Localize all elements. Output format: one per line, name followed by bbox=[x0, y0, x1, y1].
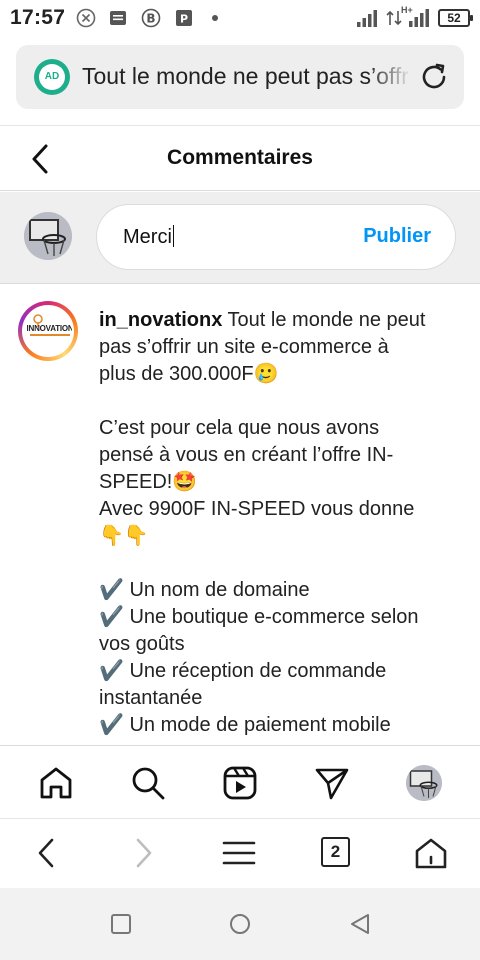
post-caption: INNOVATION in_novationx Tout le monde ne… bbox=[0, 285, 480, 745]
system-back-icon[interactable] bbox=[349, 913, 371, 935]
caption-line: ✔️ Une réception de commande bbox=[99, 660, 387, 682]
browser-toolbar bbox=[0, 820, 480, 888]
search-icon[interactable] bbox=[130, 765, 166, 801]
caption-line: ✔️ Un nom de domaine bbox=[99, 579, 310, 601]
comment-input[interactable]: Merci Publier bbox=[96, 204, 456, 270]
browser-address-area: AD Tout le monde ne peut pas s’offrir un… bbox=[0, 36, 480, 126]
battery-level: 52 bbox=[447, 11, 461, 25]
system-nav-bar bbox=[0, 888, 480, 960]
browser-home-icon[interactable] bbox=[414, 836, 448, 870]
url-text[interactable]: Tout le monde ne peut pas s’offrir un si… bbox=[82, 63, 408, 90]
message-notification-icon bbox=[110, 11, 126, 25]
reels-icon[interactable] bbox=[222, 765, 258, 801]
caption-line: pas s’offrir un site e-commerce à bbox=[99, 336, 389, 358]
tabs-button[interactable]: 2 bbox=[321, 837, 350, 867]
caption-line: pensé à vous en créant l’offre IN- bbox=[99, 444, 394, 466]
site-badge-label: AD bbox=[39, 64, 65, 90]
caption-line: plus de 300.000F🥲 bbox=[99, 363, 279, 385]
caption-line: C’est pour cela que nous avons bbox=[99, 417, 380, 439]
home-icon[interactable] bbox=[38, 765, 74, 801]
battery-icon: 52 bbox=[438, 9, 473, 27]
story-ring[interactable]: INNOVATION bbox=[18, 301, 78, 361]
caption-text: in_novationx Tout le monde ne peut pas s… bbox=[99, 307, 449, 739]
caption-line: vos goûts bbox=[99, 633, 185, 655]
logo-text: INNOVATION bbox=[26, 324, 74, 333]
basketball-hoop-icon bbox=[24, 212, 72, 260]
direct-messages-icon[interactable] bbox=[314, 765, 350, 801]
caption-line: SPEED!🤩 bbox=[99, 471, 198, 493]
app-notification-icon: P bbox=[176, 10, 192, 26]
caption-line: 👇👇 bbox=[99, 525, 149, 547]
logo-underline bbox=[30, 334, 70, 336]
caption-line: in_novationx Tout le monde ne peut bbox=[99, 309, 426, 331]
status-bar: 17:57 B P H+ 52 bbox=[0, 0, 480, 36]
publish-button[interactable]: Publier bbox=[363, 225, 431, 248]
post-username[interactable]: in_novationx bbox=[99, 309, 222, 331]
svg-text:B: B bbox=[146, 12, 155, 26]
profile-avatar[interactable] bbox=[406, 765, 442, 801]
close-notification-icon bbox=[76, 8, 96, 28]
caption-line: ✔️ Une boutique e-commerce selon bbox=[99, 606, 419, 628]
recents-icon[interactable] bbox=[110, 913, 132, 935]
address-bar[interactable]: AD Tout le monde ne peut pas s’offrir un… bbox=[16, 45, 464, 109]
tab-count: 2 bbox=[330, 842, 341, 861]
browser-back-icon[interactable] bbox=[30, 836, 64, 870]
system-home-icon[interactable] bbox=[229, 913, 251, 935]
url-fade bbox=[368, 45, 412, 109]
user-avatar[interactable] bbox=[24, 212, 72, 260]
browser-menu-icon[interactable] bbox=[222, 836, 256, 870]
svg-text:P: P bbox=[180, 13, 188, 26]
signal-icon bbox=[357, 10, 377, 27]
app-bottom-nav bbox=[0, 745, 480, 819]
caption-line: instantanée bbox=[99, 687, 203, 709]
comment-input-value: Merci bbox=[123, 225, 175, 249]
more-notifications-dot bbox=[212, 15, 218, 21]
signal-2-icon bbox=[409, 9, 429, 27]
site-badge-icon[interactable]: AD bbox=[34, 59, 70, 95]
caption-line: ✔️ Un mode de paiement mobile bbox=[99, 714, 391, 736]
comments-header: Commentaires bbox=[0, 127, 480, 191]
basketball-hoop-icon bbox=[406, 765, 442, 801]
text-caret bbox=[172, 225, 175, 247]
caption-line: Avec 9900F IN-SPEED vous donne bbox=[99, 498, 415, 520]
bitcoin-notification-icon: B bbox=[141, 8, 161, 28]
comment-composer: Merci Publier bbox=[0, 192, 480, 284]
reload-icon[interactable] bbox=[418, 61, 450, 93]
post-author-avatar[interactable]: INNOVATION bbox=[22, 305, 74, 357]
page-title: Commentaires bbox=[167, 146, 313, 169]
browser-forward-icon[interactable] bbox=[126, 836, 160, 870]
status-time: 17:57 bbox=[10, 6, 66, 29]
